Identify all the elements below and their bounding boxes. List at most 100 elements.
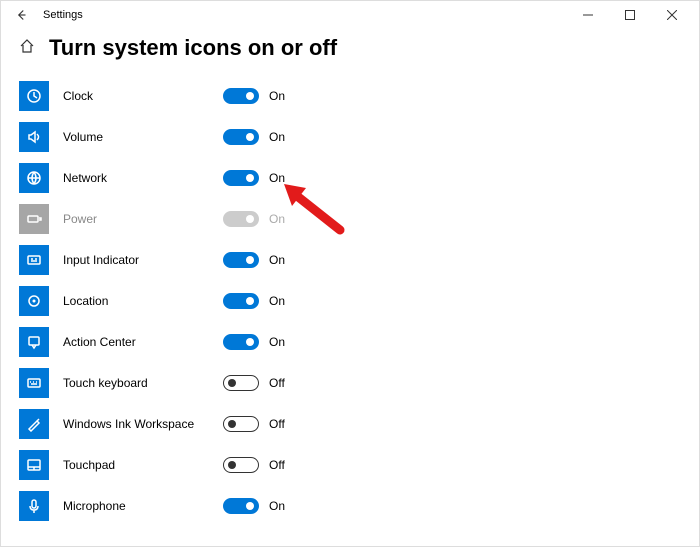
power-icon xyxy=(26,211,42,227)
row-clock: Clock On xyxy=(19,75,699,116)
close-icon xyxy=(667,10,677,20)
row-location: LocationOn xyxy=(19,280,699,321)
clock-state: On xyxy=(269,89,285,103)
row-touchkb: Touch keyboard Off xyxy=(19,362,699,403)
clock-toggle[interactable] xyxy=(223,88,259,104)
ink-label: Windows Ink Workspace xyxy=(63,417,213,431)
app-title: Settings xyxy=(43,9,567,21)
input-icon xyxy=(26,252,42,268)
mic-label: Microphone xyxy=(63,499,213,513)
network-state: On xyxy=(269,171,285,185)
touchkb-state: Off xyxy=(269,376,285,390)
arrow-left-icon xyxy=(15,9,27,21)
network-tile xyxy=(19,163,49,193)
input-label: Input Indicator xyxy=(63,253,213,267)
power-toggle xyxy=(223,211,259,227)
toggle-knob xyxy=(246,92,254,100)
action-toggle[interactable] xyxy=(223,334,259,350)
ink-state: Off xyxy=(269,417,285,431)
page-title: Turn system icons on or off xyxy=(49,35,337,61)
row-mic: Microphone On xyxy=(19,485,699,526)
row-input: Input Indicator On xyxy=(19,239,699,280)
row-volume: Volume On xyxy=(19,116,699,157)
back-button[interactable] xyxy=(11,9,31,21)
ink-tile xyxy=(19,409,49,439)
keyboard-icon xyxy=(26,375,42,391)
heading-row: Turn system icons on or off xyxy=(1,29,699,75)
toggle-knob xyxy=(228,379,236,387)
touchpad-icon xyxy=(26,457,42,473)
location-tile xyxy=(19,286,49,316)
input-toggle[interactable] xyxy=(223,252,259,268)
ink-toggle[interactable] xyxy=(223,416,259,432)
row-action: Action Center On xyxy=(19,321,699,362)
touchkb-tile xyxy=(19,368,49,398)
toggle-knob xyxy=(246,133,254,141)
mic-tile xyxy=(19,491,49,521)
ink-toggle-wrap: Off xyxy=(223,416,285,432)
input-toggle-wrap: On xyxy=(223,252,285,268)
action-label: Action Center xyxy=(63,335,213,349)
maximize-icon xyxy=(625,10,635,20)
settings-list: ClockOnVolumeOnNetworkOnPowerOnInput Ind… xyxy=(1,75,699,526)
location-toggle-wrap: On xyxy=(223,293,285,309)
clock-icon xyxy=(26,88,42,104)
toggle-knob xyxy=(246,297,254,305)
row-ink: Windows Ink Workspace Off xyxy=(19,403,699,444)
mic-toggle-wrap: On xyxy=(223,498,285,514)
network-label: Network xyxy=(63,171,213,185)
action-icon xyxy=(26,334,42,350)
toggle-knob xyxy=(246,502,254,510)
home-icon xyxy=(19,38,35,54)
volume-toggle-wrap: On xyxy=(223,129,285,145)
location-toggle[interactable] xyxy=(223,293,259,309)
network-toggle[interactable] xyxy=(223,170,259,186)
volume-tile xyxy=(19,122,49,152)
touchpad-state: Off xyxy=(269,458,285,472)
ink-icon xyxy=(26,416,42,432)
toggle-knob xyxy=(246,338,254,346)
volume-state: On xyxy=(269,130,285,144)
row-network: Network On xyxy=(19,157,699,198)
network-toggle-wrap: On xyxy=(223,170,285,186)
touchpad-label: Touchpad xyxy=(63,458,213,472)
toggle-knob xyxy=(246,215,254,223)
touchpad-tile xyxy=(19,450,49,480)
toggle-knob xyxy=(246,174,254,182)
location-icon xyxy=(26,293,42,309)
row-touchpad: Touchpad Off xyxy=(19,444,699,485)
power-tile xyxy=(19,204,49,234)
titlebar: Settings xyxy=(1,1,699,29)
toggle-knob xyxy=(228,461,236,469)
clock-toggle-wrap: On xyxy=(223,88,285,104)
close-button[interactable] xyxy=(651,1,693,29)
toggle-knob xyxy=(246,256,254,264)
action-toggle-wrap: On xyxy=(223,334,285,350)
touchkb-label: Touch keyboard xyxy=(63,376,213,390)
action-state: On xyxy=(269,335,285,349)
mic-state: On xyxy=(269,499,285,513)
input-tile xyxy=(19,245,49,275)
action-tile xyxy=(19,327,49,357)
mic-icon xyxy=(26,498,42,514)
maximize-button[interactable] xyxy=(609,1,651,29)
volume-label: Volume xyxy=(63,130,213,144)
touchpad-toggle[interactable] xyxy=(223,457,259,473)
volume-toggle[interactable] xyxy=(223,129,259,145)
touchkb-toggle-wrap: Off xyxy=(223,375,285,391)
power-label: Power xyxy=(63,212,213,226)
row-power: Power On xyxy=(19,198,699,239)
home-button[interactable] xyxy=(19,38,35,59)
touchpad-toggle-wrap: Off xyxy=(223,457,285,473)
location-state: On xyxy=(269,294,285,308)
power-toggle-wrap: On xyxy=(223,211,285,227)
power-state: On xyxy=(269,212,285,226)
minimize-icon xyxy=(583,10,593,20)
mic-toggle[interactable] xyxy=(223,498,259,514)
touchkb-toggle[interactable] xyxy=(223,375,259,391)
toggle-knob xyxy=(228,420,236,428)
clock-tile xyxy=(19,81,49,111)
minimize-button[interactable] xyxy=(567,1,609,29)
volume-icon xyxy=(26,129,42,145)
clock-label: Clock xyxy=(63,89,213,103)
